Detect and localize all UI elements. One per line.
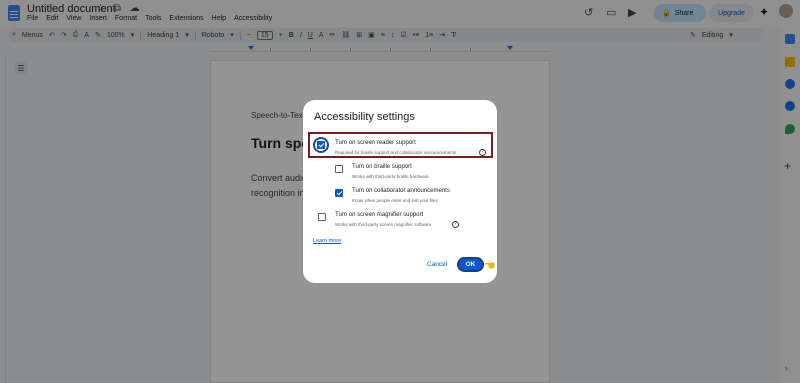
learn-more-link[interactable]: Learn more	[313, 238, 341, 244]
screen-reader-label: Turn on screen reader support	[335, 140, 416, 146]
braille-checkbox[interactable]	[335, 165, 343, 173]
help-icon[interactable]: ?	[479, 149, 486, 156]
screen-magnifier-label: Turn on screen magnifier support	[335, 212, 424, 218]
screen-reader-checkbox[interactable]	[317, 141, 325, 149]
screen-magnifier-checkbox[interactable]	[318, 213, 326, 221]
ok-button[interactable]: OK	[457, 257, 484, 272]
collaborator-announcements-label: Turn on collaborator announcements	[352, 188, 450, 194]
cancel-button[interactable]: Cancel	[427, 261, 447, 268]
collaborator-announcements-checkbox[interactable]	[335, 189, 343, 197]
collaborator-announcements-sub: Know when people enter and exit your fil…	[352, 198, 438, 203]
braille-sub: Works with third-party braille hardware	[352, 174, 429, 179]
accessibility-settings-dialog: Accessibility settings Turn on screen re…	[303, 100, 497, 283]
dialog-title: Accessibility settings	[314, 111, 415, 123]
help-icon[interactable]: ?	[452, 221, 459, 228]
screen-reader-sub: Required for braille support and collabo…	[335, 150, 457, 155]
screen-magnifier-sub: Works with third-party screen magnifier …	[335, 222, 432, 227]
braille-label: Turn on braille support	[352, 164, 412, 170]
hand-pointer-icon: ☚	[484, 258, 496, 273]
